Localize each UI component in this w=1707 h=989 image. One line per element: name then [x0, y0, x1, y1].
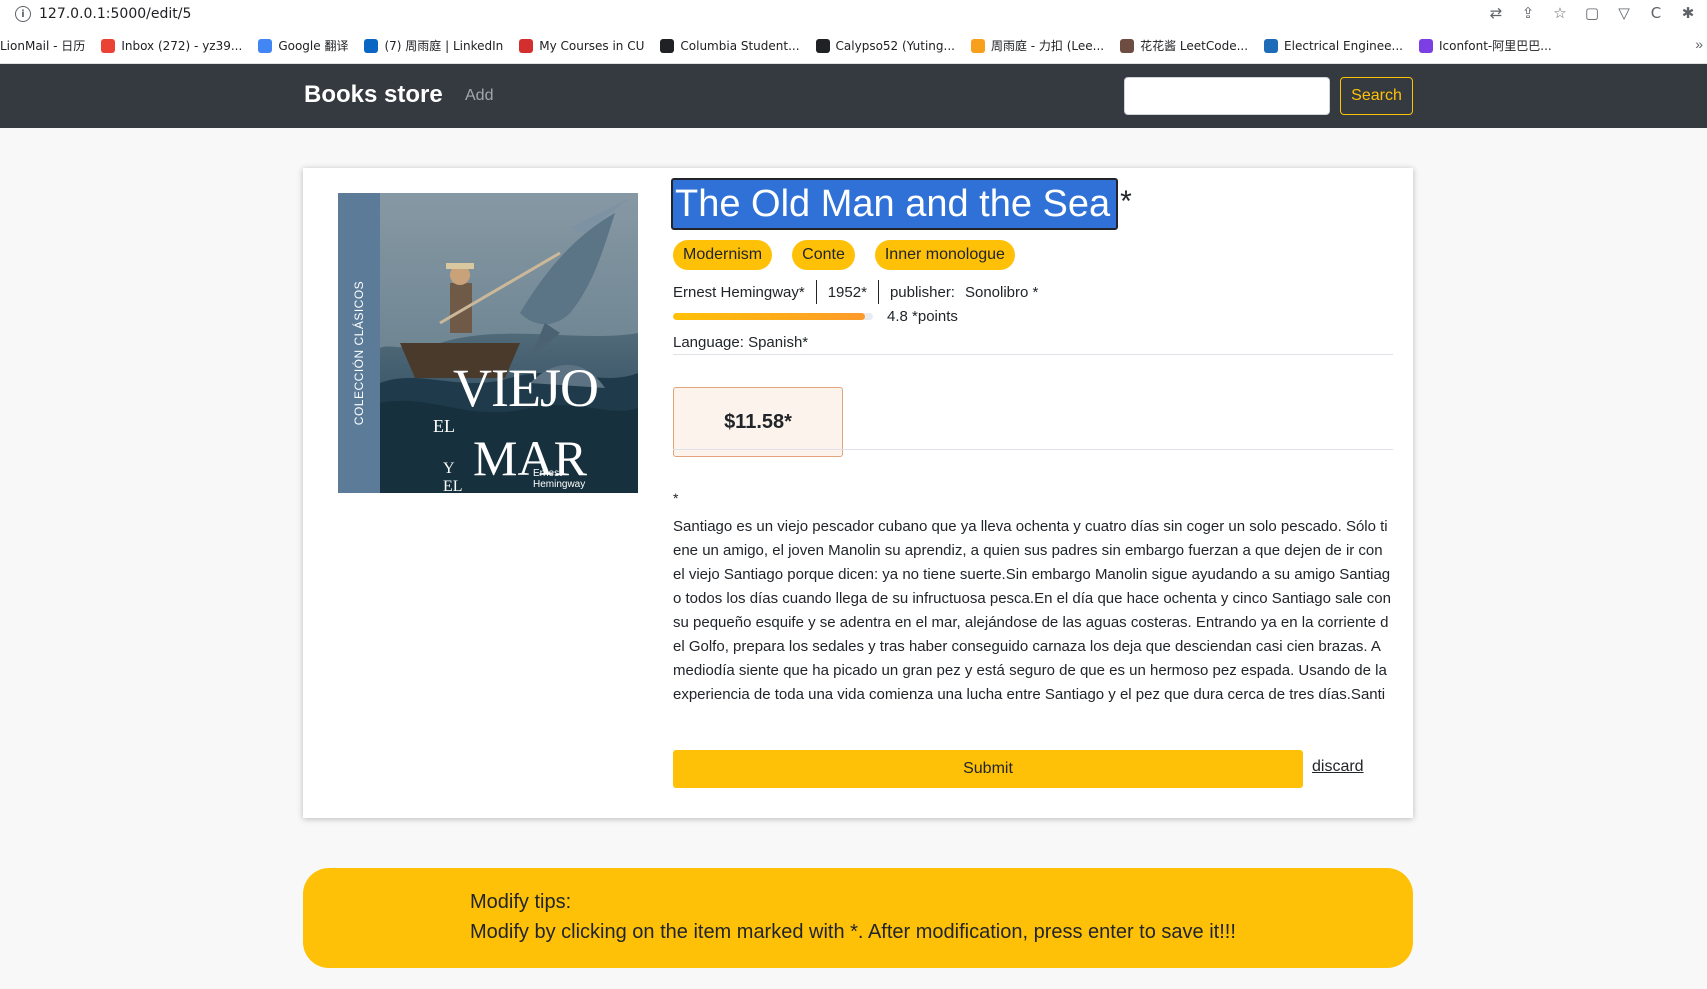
translate-page-icon[interactable]: ⇄: [1487, 4, 1505, 22]
bookmark-item[interactable]: Google 翻译: [258, 37, 348, 54]
book-title-row: The Old Man and the Sea *: [671, 177, 1132, 231]
courseworks-icon: [519, 38, 534, 53]
section-divider: [673, 449, 1393, 450]
browser-actions: ⇄ ⇪ ☆ ▢ ▽ C ✱: [1487, 4, 1697, 22]
puzzle-extensions-icon[interactable]: ✱: [1679, 4, 1697, 22]
nav-add-link[interactable]: Add: [465, 87, 493, 105]
book-publisher[interactable]: Sonolibro *: [965, 284, 1038, 301]
book-language[interactable]: Language: Spanish*: [673, 334, 808, 351]
book-title-input[interactable]: The Old Man and the Sea: [671, 178, 1119, 230]
bookmark-label: LionMail - 日历: [0, 39, 86, 53]
site-info-icon[interactable]: i: [15, 6, 31, 22]
tips-heading: Modify tips:: [470, 891, 572, 913]
gmail-icon: [101, 38, 116, 53]
huahua-icon: [1120, 38, 1135, 53]
bookmarks-overflow-icon[interactable]: »: [1695, 36, 1703, 52]
bookmark-item[interactable]: Columbia Student...: [660, 38, 800, 53]
google-translate-icon: [258, 38, 273, 53]
share-icon[interactable]: ⇪: [1519, 4, 1537, 22]
bookmark-item[interactable]: Electrical Enginee...: [1264, 38, 1403, 53]
iconfont-icon: [1418, 38, 1433, 53]
bookmark-label: My Courses in CU: [539, 38, 645, 53]
genre-tag[interactable]: Conte: [792, 240, 855, 270]
url-text[interactable]: 127.0.0.1:5000/edit/5: [39, 6, 191, 22]
cover-title-viejo: VIEJO: [453, 358, 599, 418]
bookmark-item[interactable]: Calypso52 (Yuting...: [815, 38, 955, 53]
book-year[interactable]: 1952*: [828, 284, 867, 301]
genre-tag[interactable]: Inner monologue: [874, 240, 1015, 270]
cover-title-el: EL: [433, 416, 455, 436]
book-author[interactable]: Ernest Hemingway*: [673, 284, 805, 301]
cover-author-line1: Ernest: [533, 468, 562, 479]
bookmark-item[interactable]: (7) 周雨庭 | LinkedIn: [364, 37, 503, 54]
discard-link[interactable]: discard: [1312, 758, 1364, 776]
cover-author-line2: Hemingway: [533, 479, 586, 490]
book-meta: Ernest Hemingway* 1952* publisher: Sonol…: [673, 280, 1038, 304]
vue-devtools-icon[interactable]: ▽: [1615, 4, 1633, 22]
bookmark-label: Calypso52 (Yuting...: [835, 38, 955, 53]
editable-marker: *: [1120, 185, 1132, 218]
linkedin-icon: [364, 38, 379, 53]
extension-c-icon[interactable]: C: [1647, 4, 1665, 22]
extension-icon[interactable]: ▢: [1583, 4, 1601, 22]
bookmark-item[interactable]: Iconfont-阿里巴巴...: [1418, 37, 1552, 54]
cover-spine: COLECCIÓN CLÁSICOS: [338, 193, 380, 493]
book-cover-image: COLECCIÓN CLÁSICOS EL VIEJO Y EL MAR Ern…: [338, 193, 638, 493]
modify-tips-banner: Modify tips: Modify by clicking on the i…: [303, 868, 1413, 968]
leetcode-cn-icon: [970, 38, 985, 53]
columbia-crown-icon: [1264, 38, 1279, 53]
bookmark-label: Electrical Enginee...: [1284, 38, 1403, 53]
submit-button[interactable]: Submit: [673, 750, 1303, 788]
bookmark-label: Inbox (272) - yz39...: [121, 38, 243, 53]
cover-spine-text: COLECCIÓN CLÁSICOS: [352, 280, 366, 426]
description-marker: *: [673, 490, 679, 506]
genre-tags: Modernism Conte Inner monologue: [673, 240, 1015, 270]
app-navbar: Books store Add Search: [0, 64, 1707, 128]
section-divider: [673, 354, 1393, 355]
book-rating: 4.8 *points: [673, 308, 958, 325]
bookmark-label: Google 翻译: [278, 39, 349, 53]
brand-logo[interactable]: Books store: [304, 81, 443, 109]
meta-divider: [815, 280, 817, 304]
book-description[interactable]: Santiago es un viejo pescador cubano que…: [673, 515, 1393, 709]
book-price[interactable]: $11.58*: [673, 387, 843, 457]
bookmark-item[interactable]: 周雨庭 - 力扣 (Lee...: [970, 37, 1105, 54]
search-button[interactable]: Search: [1340, 77, 1413, 115]
tips-text: Modify by clicking on the item marked wi…: [470, 921, 1236, 943]
bookmark-item[interactable]: 花花酱 LeetCode...: [1120, 37, 1248, 54]
rating-value[interactable]: 4.8 *points: [887, 308, 958, 325]
github-icon: [815, 38, 830, 53]
bookmark-item[interactable]: My Courses in CU: [519, 38, 645, 53]
publisher-label: publisher:: [889, 283, 955, 301]
book-edit-card: COLECCIÓN CLÁSICOS EL VIEJO Y EL MAR Ern…: [303, 168, 1413, 818]
bookmark-label: Columbia Student...: [680, 38, 800, 53]
rating-bar-fill: [673, 313, 865, 320]
cover-title-y-el: Y EL: [443, 460, 463, 493]
bookmark-item[interactable]: Inbox (272) - yz39...: [101, 38, 243, 53]
search-input[interactable]: [1124, 77, 1330, 115]
cover-author: Ernest Hemingway: [533, 468, 585, 490]
genre-tag[interactable]: Modernism: [673, 240, 773, 270]
bookmark-label: (7) 周雨庭 | LinkedIn: [384, 39, 504, 53]
bookmarks-bar: LionMail - 日历 Inbox (272) - yz39... Google…: [0, 28, 1707, 64]
bookmark-label: 花花酱 LeetCode...: [1140, 39, 1249, 53]
columbia-icon: [660, 38, 675, 53]
rating-bar: [673, 313, 873, 320]
bookmark-item[interactable]: LionMail - 日历: [0, 37, 85, 54]
browser-address-bar[interactable]: i 127.0.0.1:5000/edit/5 ⇄ ⇪ ☆ ▢ ▽ C ✱: [0, 0, 1707, 28]
meta-divider: [877, 280, 879, 304]
bookmark-label: 周雨庭 - 力扣 (Lee...: [990, 39, 1105, 53]
bookmark-label: Iconfont-阿里巴巴...: [1438, 39, 1552, 53]
bookmark-star-icon[interactable]: ☆: [1551, 4, 1569, 22]
